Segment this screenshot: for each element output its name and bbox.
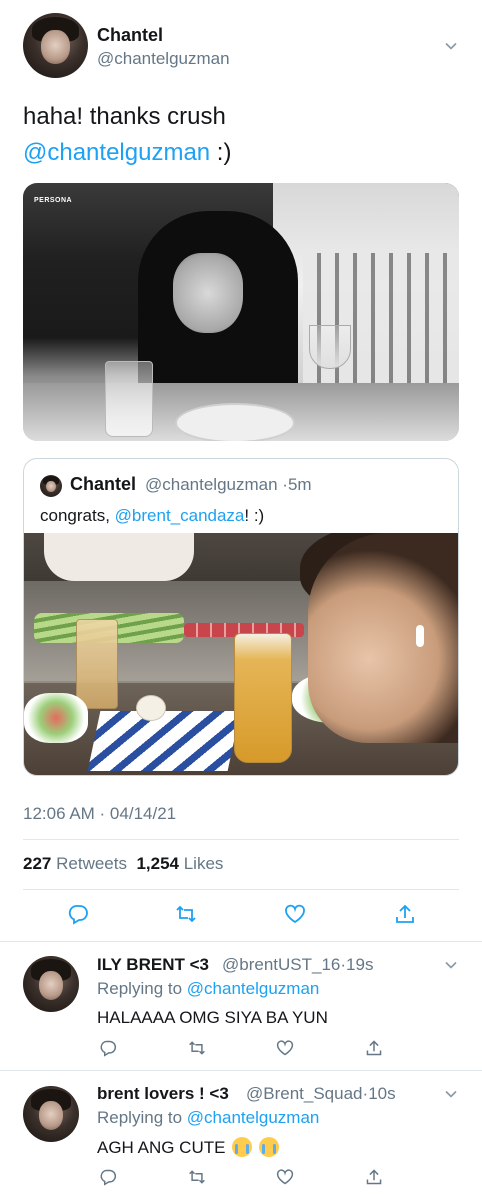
reply-icon[interactable]: [67, 903, 89, 925]
author-handle[interactable]: @chantelguzman: [97, 49, 230, 69]
share-icon[interactable]: [365, 1039, 383, 1057]
tweet-timestamp[interactable]: 12:06 AM · 04/14/21: [23, 804, 176, 824]
retweets-count[interactable]: 227: [23, 854, 51, 873]
quoted-text-prefix: congrats,: [40, 506, 115, 525]
tweet-text: haha! thanks crush @chantelguzman :): [23, 99, 463, 171]
like-icon[interactable]: [284, 903, 306, 925]
quoted-time: 5m: [287, 475, 312, 494]
divider: [0, 941, 482, 942]
quoted-author-handle: @chantelguzman: [145, 475, 278, 494]
divider: [23, 889, 459, 890]
caret-down-icon[interactable]: [444, 958, 458, 972]
avatar[interactable]: [23, 1086, 79, 1142]
reply-text-content: AGH ANG CUTE: [97, 1138, 226, 1157]
likes-count[interactable]: 1,254: [136, 854, 179, 873]
replying-prefix: Replying to: [97, 979, 183, 998]
share-icon[interactable]: [394, 903, 416, 925]
divider: [23, 839, 459, 840]
replying-prefix: Replying to: [97, 1108, 183, 1127]
caret-down-icon[interactable]: [444, 1087, 458, 1101]
tweet-stats: 227 Retweets 1,254 Likes: [23, 854, 223, 874]
reply-author-handle[interactable]: @brentUST_16: [222, 955, 340, 974]
reply-time: 19s: [346, 955, 374, 974]
retweets-label[interactable]: Retweets: [56, 854, 127, 873]
reply-text: HALAAAA OMG SIYA BA YUN: [97, 1008, 328, 1027]
mention-link[interactable]: @chantelguzman: [187, 1108, 320, 1127]
tweet-text-line: haha! thanks crush: [23, 103, 226, 130]
quoted-text: congrats, @brent_candaza! :): [40, 506, 264, 526]
reply-time: 10s: [368, 1084, 396, 1103]
mention-link[interactable]: @chantelguzman: [23, 139, 210, 166]
quoted-tweet[interactable]: Chantel @chantelguzman ·5m congrats, @br…: [23, 458, 459, 776]
reply-author-meta: @Brent_Squad·10s: [246, 1084, 396, 1104]
reply-icon[interactable]: [99, 1039, 117, 1057]
reply-text: AGH ANG CUTE: [97, 1137, 279, 1158]
avatar: [40, 475, 62, 497]
reply-actions: [0, 1168, 482, 1198]
reply-icon[interactable]: [99, 1168, 117, 1186]
reply-author-name[interactable]: brent lovers ! <3: [97, 1084, 229, 1104]
quoted-author-meta: @chantelguzman ·5m: [145, 475, 312, 495]
retweet-icon[interactable]: [175, 903, 197, 925]
quoted-author-name: Chantel: [70, 474, 137, 494]
divider: [0, 1070, 482, 1071]
like-icon[interactable]: [276, 1039, 294, 1057]
reply-actions: [0, 1039, 482, 1069]
tweet-actions: [0, 903, 482, 933]
retweet-icon[interactable]: [188, 1039, 206, 1057]
quoted-text-suffix: ! :): [244, 506, 265, 525]
photo-watermark: PERSONA: [34, 197, 73, 204]
reply-author-handle[interactable]: @Brent_Squad: [246, 1084, 363, 1103]
share-icon[interactable]: [365, 1168, 383, 1186]
quoted-photo[interactable]: [24, 533, 458, 775]
reply-author-name[interactable]: ILY BRENT <3: [97, 955, 209, 975]
retweet-icon[interactable]: [188, 1168, 206, 1186]
likes-label[interactable]: Likes: [184, 854, 224, 873]
crying-face-emoji: [258, 1137, 279, 1157]
avatar[interactable]: [23, 13, 88, 78]
tweet-text-suffix: :): [210, 139, 232, 166]
like-icon[interactable]: [276, 1168, 294, 1186]
reply-author-meta: @brentUST_16·19s: [222, 955, 373, 975]
replying-to: Replying to @chantelguzman: [97, 979, 319, 999]
author-name[interactable]: Chantel: [97, 25, 163, 46]
avatar[interactable]: [23, 956, 79, 1012]
mention-link[interactable]: @brent_candaza: [115, 506, 245, 525]
crying-face-emoji: [232, 1137, 253, 1157]
tweet-photo[interactable]: PERSONA: [23, 183, 459, 441]
mention-link[interactable]: @chantelguzman: [187, 979, 320, 998]
caret-down-icon[interactable]: [444, 39, 458, 53]
replying-to: Replying to @chantelguzman: [97, 1108, 319, 1128]
